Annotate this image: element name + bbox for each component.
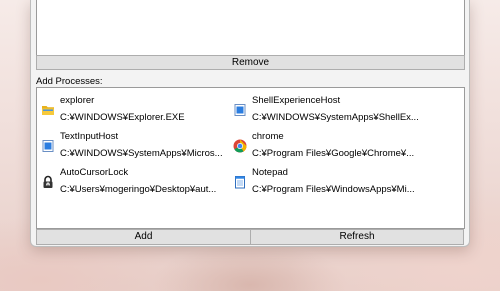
- process-name: explorer: [60, 95, 95, 106]
- process-name: TextInputHost: [60, 131, 119, 142]
- process-name: Notepad: [252, 167, 288, 178]
- process-path: C:¥Users¥mogeringo¥Desktop¥aut...: [60, 184, 217, 195]
- chrome-icon: [233, 139, 247, 153]
- app-window-icon: [234, 104, 246, 116]
- app-window-icon: [42, 140, 54, 152]
- process-name: ShellExperienceHost: [252, 95, 341, 106]
- process-path: C:¥WINDOWS¥SystemApps¥ShellEx...: [252, 112, 419, 123]
- list-item-explorer[interactable]: explorer C:¥WINDOWS¥Explorer.EXE: [37, 92, 237, 126]
- list-item-notepad[interactable]: Notepad C:¥Program Files¥WindowsApps¥Mi.…: [229, 164, 429, 198]
- process-name: AutoCursorLock: [60, 167, 129, 178]
- remove-button[interactable]: Remove: [36, 55, 465, 70]
- process-path: C:¥Program Files¥Google¥Chrome¥...: [252, 148, 415, 159]
- process-path: C:¥Program Files¥WindowsApps¥Mi...: [252, 184, 415, 195]
- folder-icon: [42, 106, 54, 115]
- list-item-shellexperiencehost[interactable]: ShellExperienceHost C:¥WINDOWS¥SystemApp…: [229, 92, 429, 126]
- selected-processes-list[interactable]: [36, 0, 465, 56]
- refresh-button[interactable]: Refresh: [250, 229, 464, 245]
- process-path: C:¥WINDOWS¥SystemApps¥Micros...: [60, 148, 223, 159]
- list-item-chrome[interactable]: chrome C:¥Program Files¥Google¥Chrome¥..…: [229, 128, 429, 162]
- process-path: C:¥WINDOWS¥Explorer.EXE: [60, 112, 185, 123]
- process-list: explorer C:¥WINDOWS¥Explorer.EXE ShellEx…: [36, 87, 465, 229]
- list-item-textinputhost[interactable]: TextInputHost C:¥WINDOWS¥SystemApps¥Micr…: [37, 128, 237, 162]
- process-name: chrome: [252, 131, 284, 142]
- list-item-autocursorlock[interactable]: AutoCursorLock C:¥Users¥mogeringo¥Deskto…: [37, 164, 237, 198]
- lock-icon: [43, 175, 53, 188]
- add-button[interactable]: Add: [36, 229, 251, 245]
- notepad-icon: [235, 176, 245, 189]
- app-window: Remove Add Processes: explorer C:¥WINDOW…: [30, 0, 470, 247]
- add-processes-label: Add Processes:: [36, 76, 103, 87]
